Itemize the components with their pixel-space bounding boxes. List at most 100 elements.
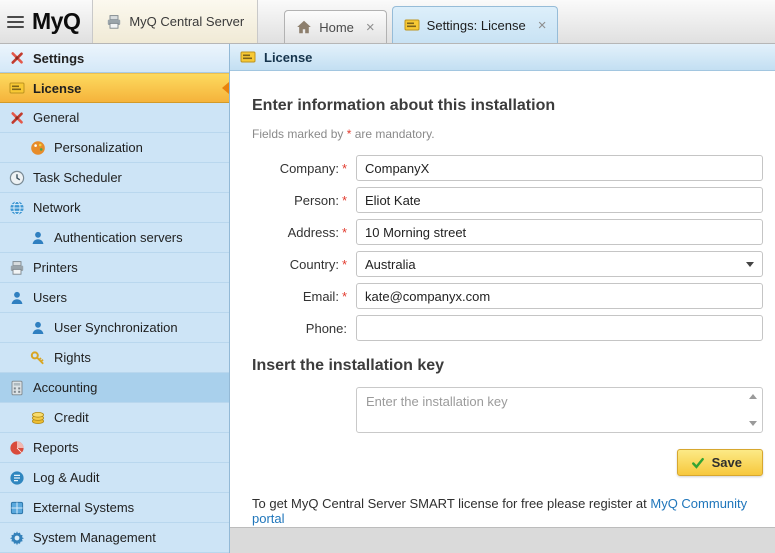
sidebar-item-general[interactable]: General [0, 103, 229, 133]
sidebar-item-label: User Synchronization [54, 320, 178, 335]
sidebar-item-log-audit[interactable]: Log & Audit [0, 463, 229, 493]
pie-chart-icon [9, 440, 25, 456]
email-label: Email:* [252, 289, 356, 304]
tab-label: Settings: License [427, 18, 526, 33]
sidebar-item-label: System Management [33, 530, 156, 545]
server-button[interactable]: MyQ Central Server [92, 0, 258, 43]
required-asterisk: * [342, 225, 347, 240]
license-form: Enter information about this installatio… [230, 71, 775, 527]
printer-icon [9, 260, 25, 276]
printer-icon [106, 14, 122, 30]
sidebar-item-accounting[interactable]: Accounting [0, 373, 229, 403]
sidebar-item-reports[interactable]: Reports [0, 433, 229, 463]
bottom-strip [230, 527, 775, 553]
phone-field[interactable] [356, 315, 763, 341]
country-label: Country:* [252, 257, 356, 272]
label-text: Phone: [306, 321, 347, 336]
tab-settings-license[interactable]: Settings: License × [392, 6, 559, 43]
coins-icon [30, 410, 46, 426]
form-row-phone: Phone: [252, 315, 763, 341]
required-asterisk: * [342, 193, 347, 208]
sidebar-header: Settings [0, 44, 229, 73]
tab-home[interactable]: Home × [284, 10, 386, 43]
scroll-down-icon[interactable] [749, 421, 757, 426]
scroll-up-icon[interactable] [749, 394, 757, 399]
sidebar-item-system-management[interactable]: System Management [0, 523, 229, 553]
label-text: Country: [290, 257, 339, 272]
myq-central-server-window: MyQ MyQ Central Server Home × Settings: … [0, 0, 775, 553]
user-sync-icon [30, 320, 46, 336]
save-label: Save [712, 455, 742, 470]
sidebar-item-label: General [33, 110, 79, 125]
tools-icon [9, 110, 25, 126]
sidebar-item-users[interactable]: Users [0, 283, 229, 313]
address-label: Address:* [252, 225, 356, 240]
sidebar-item-external-systems[interactable]: External Systems [0, 493, 229, 523]
sidebar-item-network[interactable]: Network [0, 193, 229, 223]
installation-key-input[interactable] [356, 387, 763, 433]
sidebar-item-label: Personalization [54, 140, 143, 155]
menu-icon[interactable] [0, 0, 30, 43]
label-text: Person: [294, 193, 339, 208]
sidebar-item-printers[interactable]: Printers [0, 253, 229, 283]
sidebar-item-label: Authentication servers [54, 230, 183, 245]
mandatory-note-text: Fields marked by [252, 127, 347, 141]
country-selected-value: Australia [365, 257, 416, 272]
company-field[interactable] [356, 155, 763, 181]
sidebar-item-label: Rights [54, 350, 91, 365]
sidebar-item-task-scheduler[interactable]: Task Scheduler [0, 163, 229, 193]
sidebar-item-label: External Systems [33, 500, 134, 515]
required-asterisk: * [342, 161, 347, 176]
user-icon [30, 230, 46, 246]
page-title: License [264, 50, 312, 65]
clock-icon [9, 170, 25, 186]
registration-note: To get MyQ Central Server SMART license … [252, 496, 763, 526]
mandatory-note: Fields marked by * are mandatory. [252, 127, 763, 141]
installation-key-wrap [356, 387, 763, 433]
close-icon[interactable]: × [366, 20, 375, 35]
address-field[interactable] [356, 219, 763, 245]
sidebar-item-label: Reports [33, 440, 79, 455]
company-label: Company:* [252, 161, 356, 176]
form-row-country: Country:* Australia [252, 251, 763, 277]
registration-note-text: To get MyQ Central Server SMART license … [252, 496, 650, 511]
license-icon [240, 49, 256, 65]
country-select[interactable]: Australia [356, 251, 763, 277]
save-button[interactable]: Save [677, 449, 763, 476]
top-bar: MyQ MyQ Central Server Home × Settings: … [0, 0, 775, 44]
sidebar-item-label: Network [33, 200, 81, 215]
label-text: Company: [280, 161, 339, 176]
app-body: Settings License General Personalization… [0, 44, 775, 553]
sidebar-item-license[interactable]: License [0, 73, 229, 103]
sidebar-item-user-synchronization[interactable]: User Synchronization [0, 313, 229, 343]
form-row-company: Company:* [252, 155, 763, 181]
form-row-person: Person:* [252, 187, 763, 213]
email-field[interactable] [356, 283, 763, 309]
sidebar-item-personalization[interactable]: Personalization [0, 133, 229, 163]
sidebar-item-label: Accounting [33, 380, 97, 395]
user-icon [9, 290, 25, 306]
sidebar-item-label: Log & Audit [33, 470, 100, 485]
sidebar-item-rights[interactable]: Rights [0, 343, 229, 373]
sidebar-item-label: License [33, 81, 81, 96]
sidebar-item-authentication-servers[interactable]: Authentication servers [0, 223, 229, 253]
tab-bar: Home × Settings: License × [284, 0, 558, 43]
installation-key-title: Insert the installation key [252, 357, 763, 375]
sidebar-item-credit[interactable]: Credit [0, 403, 229, 433]
sidebar-item-label: Printers [33, 260, 78, 275]
close-icon[interactable]: × [538, 18, 547, 33]
key-icon [30, 350, 46, 366]
save-row: Save [252, 449, 763, 476]
palette-icon [30, 140, 46, 156]
sidebar-item-label: Credit [54, 410, 89, 425]
page-header: License [230, 44, 775, 71]
installation-info-title: Enter information about this installatio… [252, 97, 763, 115]
sidebar-item-label: Users [33, 290, 67, 305]
label-text: Address: [288, 225, 339, 240]
person-field[interactable] [356, 187, 763, 213]
mandatory-note-text: are mandatory. [351, 127, 434, 141]
globe-icon [9, 200, 25, 216]
license-icon [404, 17, 420, 33]
license-icon [9, 80, 25, 96]
myq-logo: MyQ [30, 0, 92, 43]
